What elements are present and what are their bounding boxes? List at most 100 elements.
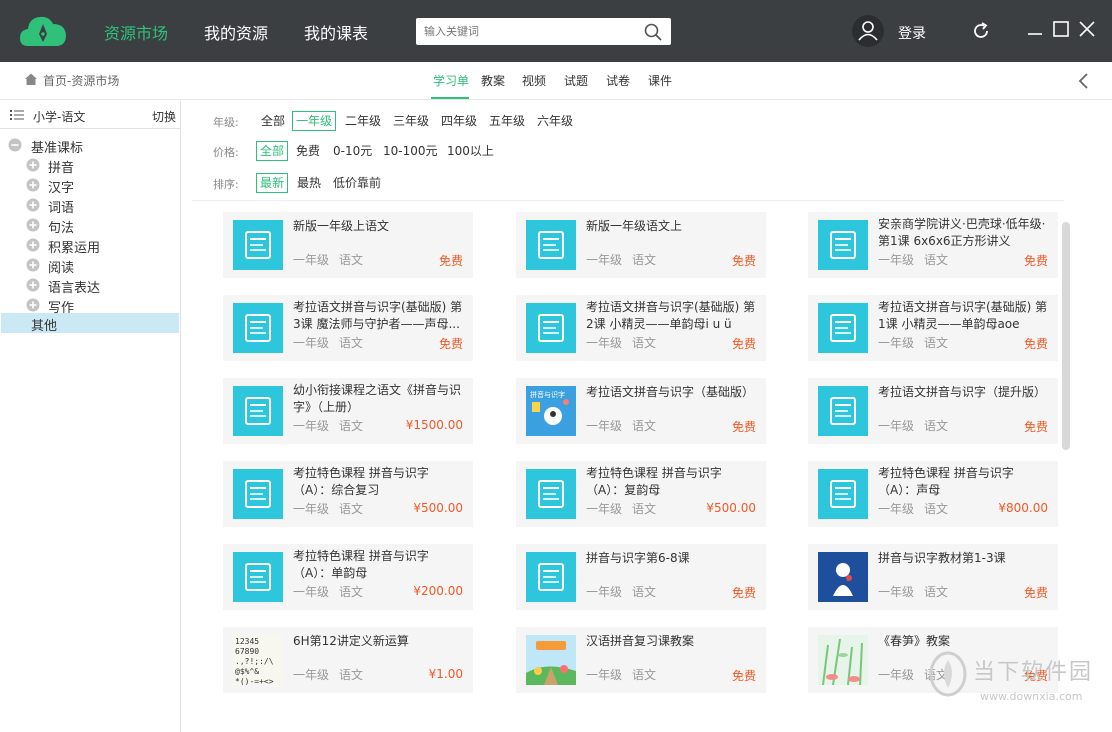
tree-node-syntax[interactable]: 句法 bbox=[26, 216, 176, 236]
resource-card[interactable]: 12345 67890 .,?!;:/\ @$%^& *()-=+<> 6H第12讲定义新… bbox=[223, 627, 473, 693]
tree-node-reading[interactable]: 阅读 bbox=[26, 256, 176, 276]
resource-card[interactable]: 考拉特色课程 拼音与识字（A）：声母 一年级 语文 ¥800.00 bbox=[808, 461, 1058, 527]
filter-option[interactable]: 二年级 bbox=[341, 111, 385, 131]
nav-my-resources[interactable]: 我的资源 bbox=[204, 20, 268, 44]
card-title[interactable]: 考拉语文拼音与识字（提升版） bbox=[878, 384, 1052, 401]
tree-node-expression[interactable]: 语言表达 bbox=[26, 276, 176, 296]
tab-lesson-plan[interactable]: 教案 bbox=[481, 72, 505, 89]
maximize-icon[interactable] bbox=[1050, 18, 1072, 40]
tab-video[interactable]: 视频 bbox=[522, 72, 546, 89]
resource-card[interactable]: 考拉语文拼音与识字（提升版） 一年级 语文 免费 bbox=[808, 378, 1058, 444]
resource-card[interactable]: 拼音与识字第6-8课 一年级 语文 免费 bbox=[516, 544, 766, 610]
home-icon[interactable] bbox=[24, 72, 38, 86]
card-thumbnail[interactable] bbox=[818, 469, 868, 519]
card-title[interactable]: 考拉语文拼音与识字（基础版） bbox=[586, 384, 760, 401]
filter-option[interactable]: 10-100元 bbox=[379, 141, 442, 161]
card-thumbnail[interactable] bbox=[526, 552, 576, 602]
card-thumbnail[interactable] bbox=[526, 469, 576, 519]
resource-card[interactable]: 考拉特色课程 拼音与识字（A）：综合复习 一年级 语文 ¥500.00 bbox=[223, 461, 473, 527]
card-title[interactable]: 考拉语文拼音与识字(基础版) 第2课 小精灵——单韵母i u ü bbox=[586, 299, 760, 333]
nav-resource-market[interactable]: 资源市场 bbox=[104, 20, 168, 44]
expand-icon[interactable] bbox=[26, 258, 40, 272]
tree-node-writing[interactable]: 写作 bbox=[26, 296, 176, 316]
card-thumbnail[interactable] bbox=[233, 303, 283, 353]
filter-option[interactable]: 四年级 bbox=[437, 111, 481, 131]
tree-node-hanzi[interactable]: 汉字 bbox=[26, 176, 176, 196]
tab-questions[interactable]: 试题 bbox=[564, 72, 588, 89]
filter-option[interactable]: 免费 bbox=[292, 141, 324, 161]
card-thumbnail[interactable] bbox=[233, 552, 283, 602]
chevron-left-icon[interactable] bbox=[1076, 72, 1092, 90]
card-thumbnail[interactable] bbox=[526, 220, 576, 270]
filter-option[interactable]: 100以上 bbox=[443, 141, 498, 161]
card-title[interactable]: 《春笋》教案 bbox=[878, 633, 1052, 650]
filter-option[interactable]: 最热 bbox=[293, 173, 325, 193]
card-title[interactable]: 6H第12讲定义新运算 bbox=[293, 633, 467, 650]
card-thumbnail[interactable]: 12345 67890 .,?!;:/\ @$%^& *()-=+<> bbox=[233, 635, 283, 685]
resource-card[interactable]: 新版一年级语文上 一年级 语文 免费 bbox=[516, 212, 766, 278]
card-title[interactable]: 考拉语文拼音与识字(基础版) 第3课 魔法师与守护者——声母... bbox=[293, 299, 467, 333]
card-thumbnail[interactable] bbox=[233, 386, 283, 436]
resource-card[interactable]: 幼小衔接课程之语文《拼音与识字》（上册） 一年级 语文 ¥1500.00 bbox=[223, 378, 473, 444]
expand-icon[interactable] bbox=[26, 158, 40, 172]
filter-option[interactable]: 五年级 bbox=[485, 111, 529, 131]
tree-node-words[interactable]: 词语 bbox=[26, 196, 176, 216]
filter-option[interactable]: 全部 bbox=[257, 111, 289, 131]
tree-node-other[interactable]: 其他 bbox=[1, 313, 179, 334]
card-title[interactable]: 拼音与识字第6-8课 bbox=[586, 550, 760, 567]
card-thumbnail[interactable] bbox=[818, 303, 868, 353]
minimize-icon[interactable] bbox=[1024, 18, 1046, 40]
tree-root-benchmark[interactable]: 基准课标 bbox=[8, 136, 178, 156]
close-icon[interactable] bbox=[1076, 18, 1098, 40]
card-thumbnail[interactable] bbox=[818, 635, 868, 685]
filter-option-selected[interactable]: 最新 bbox=[256, 173, 289, 193]
resource-card[interactable]: 汉语拼音复习课教案 一年级 语文 免费 bbox=[516, 627, 766, 693]
card-title[interactable]: 拼音与识字教材第1-3课 bbox=[878, 550, 1052, 567]
resource-card[interactable]: 考拉语文拼音与识字(基础版) 第2课 小精灵——单韵母i u ü 一年级 语文 免费 bbox=[516, 295, 766, 361]
card-title[interactable]: 考拉特色课程 拼音与识字（A）：单韵母 bbox=[293, 548, 467, 582]
nav-my-schedule[interactable]: 我的课表 bbox=[304, 20, 368, 44]
tab-study-sheet[interactable]: 学习单 bbox=[433, 72, 469, 89]
card-title[interactable]: 考拉特色课程 拼音与识字（A）：综合复习 bbox=[293, 465, 467, 499]
resource-card[interactable]: 考拉特色课程 拼音与识字（A）：复韵母 一年级 语文 ¥500.00 bbox=[516, 461, 766, 527]
card-thumbnail[interactable] bbox=[233, 220, 283, 270]
filter-option-selected[interactable]: 一年级 bbox=[292, 111, 337, 131]
tab-courseware[interactable]: 课件 bbox=[648, 72, 672, 89]
card-title[interactable]: 新版一年级语文上 bbox=[586, 218, 760, 235]
card-title[interactable]: 考拉特色课程 拼音与识字（A）：声母 bbox=[878, 465, 1052, 499]
search-icon[interactable] bbox=[643, 22, 663, 42]
expand-icon[interactable] bbox=[26, 198, 40, 212]
filter-option[interactable]: 低价靠前 bbox=[329, 173, 385, 193]
card-thumbnail[interactable] bbox=[233, 469, 283, 519]
scrollbar-thumb[interactable] bbox=[1062, 222, 1070, 450]
filter-option[interactable]: 0-10元 bbox=[329, 141, 376, 161]
resource-card[interactable]: 考拉特色课程 拼音与识字（A）：单韵母 一年级 语文 ¥200.00 bbox=[223, 544, 473, 610]
tree-node-pinyin[interactable]: 拼音 bbox=[26, 156, 176, 176]
card-thumbnail[interactable]: 拼音与识字 bbox=[526, 386, 576, 436]
filter-option-selected[interactable]: 全部 bbox=[256, 141, 289, 161]
card-title[interactable]: 考拉语文拼音与识字(基础版) 第1课 小精灵——单韵母aoe bbox=[878, 299, 1052, 333]
resource-card[interactable]: 新版一年级上语文 一年级 语文 免费 bbox=[223, 212, 473, 278]
card-title[interactable]: 安亲商学院讲义·巴壳球·低年级·第1课 6x6x6正方形讲义 bbox=[878, 216, 1052, 250]
card-thumbnail[interactable] bbox=[526, 635, 576, 685]
resource-card[interactable]: 拼音与识字教材第1-3课 一年级 语文 免费 bbox=[808, 544, 1058, 610]
tree-node-accumulation[interactable]: 积累运用 bbox=[26, 236, 176, 256]
tab-exam[interactable]: 试卷 bbox=[606, 72, 630, 89]
breadcrumb[interactable]: 首页-资源市场 bbox=[43, 72, 119, 89]
resource-card[interactable]: 考拉语文拼音与识字(基础版) 第3课 魔法师与守护者——声母... 一年级 语文 免费 bbox=[223, 295, 473, 361]
refresh-icon[interactable] bbox=[970, 20, 992, 42]
app-logo-icon[interactable] bbox=[18, 12, 68, 48]
collapse-icon[interactable] bbox=[8, 138, 22, 152]
filter-option[interactable]: 三年级 bbox=[389, 111, 433, 131]
resource-card[interactable]: 拼音与识字 考拉语文拼音与识字（基础版） 一年级 语文 免费 bbox=[516, 378, 766, 444]
resource-card[interactable]: 考拉语文拼音与识字(基础版) 第1课 小精灵——单韵母aoe 一年级 语文 免费 bbox=[808, 295, 1058, 361]
card-thumbnail[interactable] bbox=[818, 386, 868, 436]
card-thumbnail[interactable] bbox=[818, 552, 868, 602]
search-input[interactable] bbox=[424, 22, 634, 41]
avatar[interactable] bbox=[852, 15, 884, 47]
card-title[interactable]: 幼小衔接课程之语文《拼音与识字》（上册） bbox=[293, 382, 467, 416]
card-title[interactable]: 汉语拼音复习课教案 bbox=[586, 633, 760, 650]
expand-icon[interactable] bbox=[26, 238, 40, 252]
expand-icon[interactable] bbox=[26, 278, 40, 292]
expand-icon[interactable] bbox=[26, 298, 40, 312]
